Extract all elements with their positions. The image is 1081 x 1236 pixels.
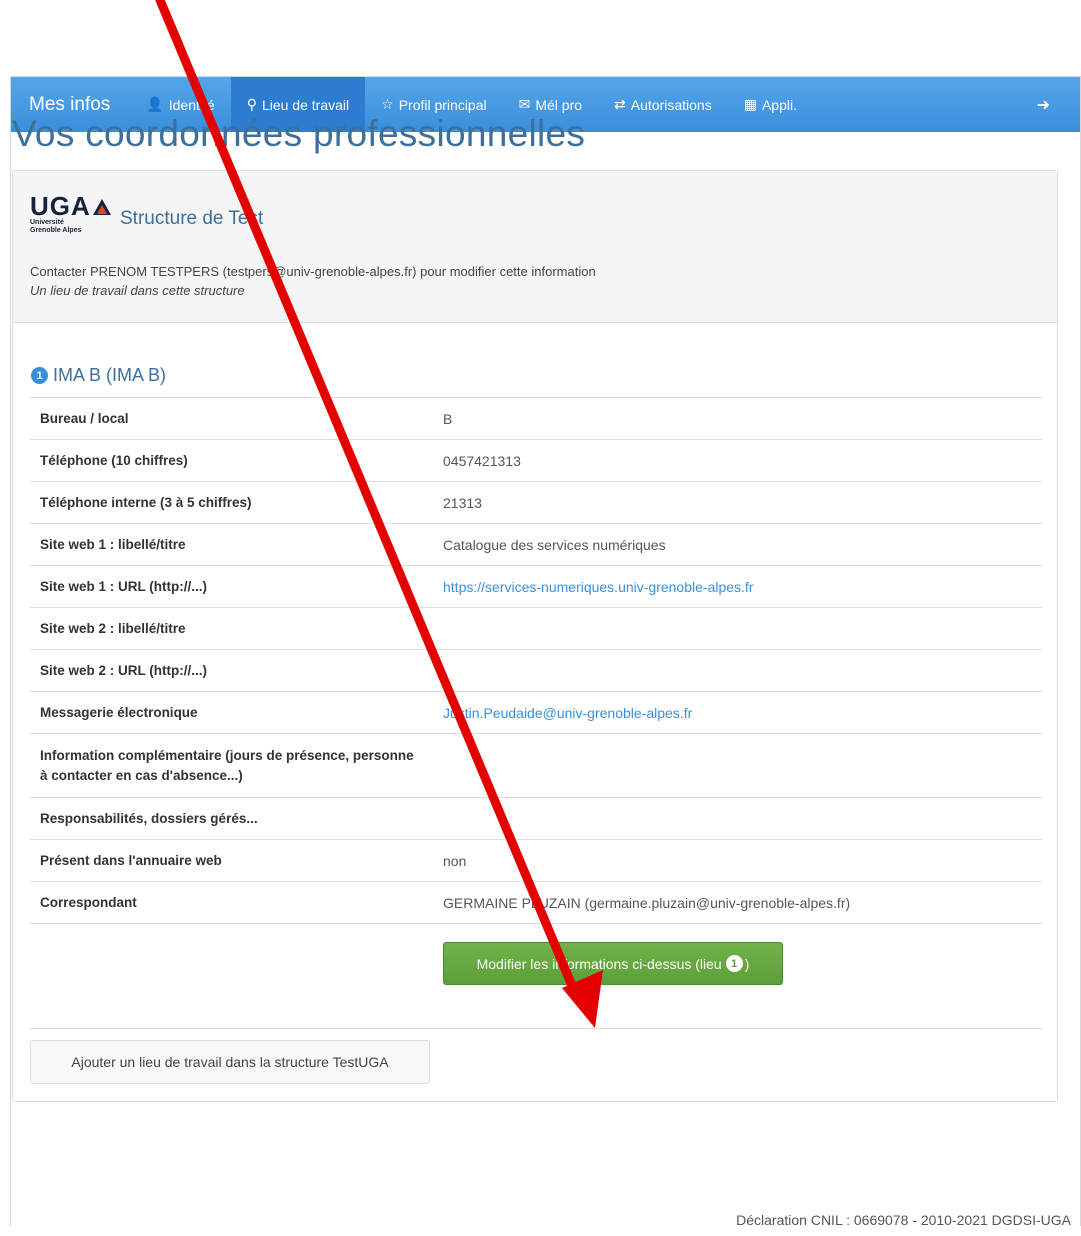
structure-name: Structure de Test [120,208,264,229]
row-value [433,649,1042,692]
logout-icon[interactable]: ➜ [1037,95,1080,115]
tab-label: Lieu de travail [261,96,350,113]
row-label: Site web 1 : URL (http://...) [30,565,433,608]
tab-label: Appli. [761,96,797,113]
row-value: https://services-numeriques.univ-grenobl… [433,565,1042,608]
transfer-icon: ⇄ [614,96,626,112]
structure-header: UGA Université Grenoble Alpes Structure … [13,171,1057,323]
table-row: Information complémentaire (jours de pré… [30,733,1042,798]
row-label: Site web 2 : URL (http://...) [30,649,433,692]
location-name: IMA B (IMA B) [53,365,167,385]
row-value [433,797,1042,840]
row-value: non [433,839,1042,882]
row-label: Téléphone (10 chiffres) [30,439,433,482]
tab-label: Autorisations [630,96,712,113]
add-location-button[interactable]: Ajouter un lieu de travail dans la struc… [30,1040,430,1084]
row-value: 0457421313 [433,439,1042,482]
table-row: Site web 2 : libellé/titre [30,607,1042,650]
row-value: Catalogue des services numériques [433,523,1042,566]
star-icon: ☆ [381,96,394,112]
row-label: Site web 2 : libellé/titre [30,607,433,650]
location-title: 1 IMA B (IMA B) [31,365,166,386]
modify-button-suffix: ) [744,955,750,972]
table-row: Site web 1 : URL (http://...) https://se… [30,565,1042,608]
modify-button-label: Modifier les informations ci-dessus (lie… [476,955,722,972]
user-icon: 👤 [146,96,164,112]
structure-note: Un lieu de travail dans cette structure [30,283,245,298]
tab-label: Identité [168,96,215,113]
tab-label: Profil principal [398,96,487,113]
table-row: Messagerie électronique Justin.Peudaide@… [30,691,1042,734]
logo-text: UGA [30,191,91,221]
row-label: Information complémentaire (jours de pré… [30,733,433,798]
grid-icon: ▦ [743,96,757,112]
table-row: Correspondant GERMAINE PLUZAIN (germaine… [30,881,1042,924]
row-label: Téléphone interne (3 à 5 chiffres) [30,481,433,524]
location-number-badge: 1 [31,367,48,384]
logo-triangle-icon [92,199,111,215]
modify-location-button[interactable]: Modifier les informations ci-dessus (lie… [443,942,783,985]
row-label: Bureau / local [30,397,433,440]
row-label: Messagerie électronique [30,691,433,734]
row-value: 21313 [433,481,1042,524]
modify-button-badge: 1 [725,955,743,972]
tab-label: Mél pro [535,96,583,113]
map-marker-icon: ⚲ [246,96,257,112]
table-row: Téléphone interne (3 à 5 chiffres) 21313 [30,481,1042,524]
row-label: Site web 1 : libellé/titre [30,523,433,566]
location-info-table: Bureau / local B Téléphone (10 chiffres)… [30,397,1042,924]
row-value [433,607,1042,650]
page-title: Vos coordonnées professionnelles [12,113,586,154]
footer-cnil: Déclaration CNIL : 0669078 - 2010-2021 D… [736,1212,1071,1228]
table-row: Bureau / local B [30,397,1042,440]
row-value: Justin.Peudaide@univ-grenoble-alpes.fr [433,691,1042,734]
tab-appli[interactable]: ▦ Appli. [728,77,813,132]
row-value: B [433,397,1042,440]
row-label: Présent dans l'annuaire web [30,839,433,882]
structure-panel: UGA Université Grenoble Alpes Structure … [12,170,1058,1102]
table-row: Présent dans l'annuaire web non [30,839,1042,882]
uga-logo: UGA Université Grenoble Alpes [30,191,111,237]
row-label: Responsabilités, dossiers gérés... [30,797,433,840]
email-link[interactable]: Justin.Peudaide@univ-grenoble-alpes.fr [443,705,692,721]
logo-subtext-2: Grenoble Alpes [30,227,82,234]
table-row: Site web 2 : URL (http://...) [30,649,1042,692]
tab-autorisations[interactable]: ⇄ Autorisations [598,77,728,132]
table-row: Site web 1 : libellé/titre Catalogue des… [30,523,1042,566]
website-link[interactable]: https://services-numeriques.univ-grenobl… [443,579,753,595]
row-value [433,733,1042,798]
table-row: Responsabilités, dossiers gérés... [30,797,1042,840]
row-label: Correspondant [30,881,433,924]
table-row: Téléphone (10 chiffres) 0457421313 [30,439,1042,482]
envelope-icon: ✉ [518,96,531,112]
row-value: GERMAINE PLUZAIN (germaine.pluzain@univ-… [433,881,1042,924]
contact-text: Contacter PRENOM TESTPERS (testpers@univ… [30,264,596,279]
divider [30,1028,1042,1029]
